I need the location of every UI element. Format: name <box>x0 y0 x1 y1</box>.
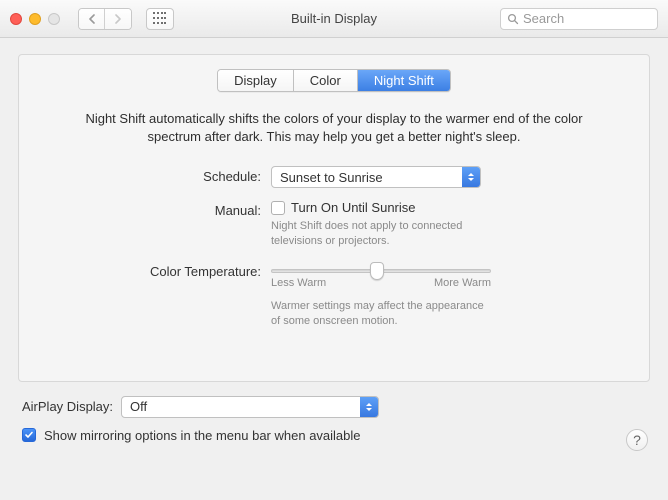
manual-checkbox-label: Turn On Until Sunrise <box>291 200 416 215</box>
color-temp-hint: Warmer settings may affect the appearanc… <box>271 299 491 329</box>
manual-hint: Night Shift does not apply to connected … <box>271 219 491 249</box>
search-placeholder: Search <box>523 11 564 26</box>
search-input[interactable]: Search <box>500 8 658 30</box>
forward-button[interactable] <box>105 9 131 29</box>
zoom-window-button <box>48 13 60 25</box>
description-text: Night Shift automatically shifts the col… <box>73 110 595 146</box>
tab-display[interactable]: Display <box>218 70 294 91</box>
manual-checkbox[interactable] <box>271 201 285 215</box>
traffic-lights <box>10 13 60 25</box>
airplay-value: Off <box>122 399 360 414</box>
chevron-updown-icon <box>360 397 378 417</box>
search-icon <box>507 13 519 25</box>
chevron-updown-icon <box>462 167 480 187</box>
show-all-button[interactable] <box>146 8 174 30</box>
footer: AirPlay Display: Off Show mirroring opti… <box>0 388 668 465</box>
tab-bar: Display Color Night Shift <box>33 69 635 92</box>
settings-form: Schedule: Sunset to Sunrise Manual: Tur <box>119 166 549 328</box>
back-button[interactable] <box>79 9 105 29</box>
airplay-row: AirPlay Display: Off <box>22 396 646 418</box>
nav-buttons <box>78 8 132 30</box>
schedule-select[interactable]: Sunset to Sunrise <box>271 166 481 188</box>
color-temp-slider[interactable] <box>271 269 491 273</box>
mirroring-label: Show mirroring options in the menu bar w… <box>44 428 361 443</box>
color-temp-row: Color Temperature: Less Warm More Warm W… <box>119 261 549 329</box>
schedule-row: Schedule: Sunset to Sunrise <box>119 166 549 188</box>
tab-color[interactable]: Color <box>294 70 358 91</box>
manual-label: Manual: <box>119 200 271 218</box>
slider-less-label: Less Warm <box>271 277 326 289</box>
mirroring-row: Show mirroring options in the menu bar w… <box>22 428 646 443</box>
titlebar: Built-in Display Search <box>0 0 668 38</box>
grid-icon <box>153 12 167 26</box>
content-area: Display Color Night Shift Night Shift au… <box>0 38 668 388</box>
help-icon: ? <box>633 432 641 448</box>
mirroring-checkbox[interactable] <box>22 428 36 442</box>
slider-more-label: More Warm <box>434 277 491 289</box>
tab-night-shift[interactable]: Night Shift <box>358 70 450 91</box>
help-button[interactable]: ? <box>626 429 648 451</box>
close-window-button[interactable] <box>10 13 22 25</box>
schedule-value: Sunset to Sunrise <box>272 170 462 185</box>
schedule-label: Schedule: <box>119 166 271 184</box>
minimize-window-button[interactable] <box>29 13 41 25</box>
slider-thumb[interactable] <box>370 262 384 280</box>
settings-panel: Display Color Night Shift Night Shift au… <box>18 54 650 382</box>
airplay-select[interactable]: Off <box>121 396 379 418</box>
manual-row: Manual: Turn On Until Sunrise Night Shif… <box>119 200 549 249</box>
airplay-label: AirPlay Display: <box>22 399 113 414</box>
color-temp-label: Color Temperature: <box>119 261 271 279</box>
